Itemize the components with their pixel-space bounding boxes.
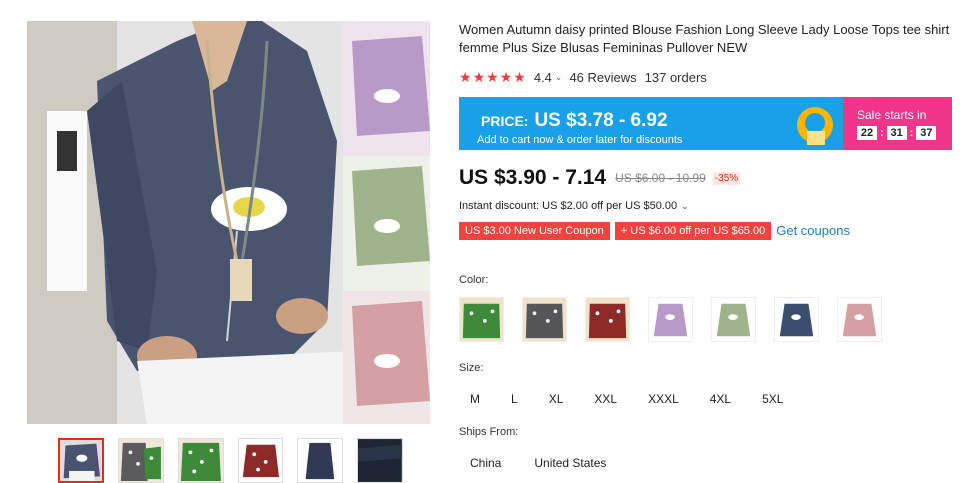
sale-price: US $3.90 - 7.14 [459, 166, 607, 189]
thumb-navy-back[interactable] [297, 438, 344, 483]
ships-from-label: Ships From: [459, 426, 519, 438]
price-label: PRICE: [481, 113, 529, 129]
rating-stars: ★ ★ ★ ★ ★ [459, 70, 526, 84]
banner-price: US $3.78 - 6.92 [534, 110, 668, 131]
ships-from-united-states[interactable]: United States [523, 449, 617, 477]
thumbnail-strip [58, 438, 403, 483]
countdown-timer: 22 : 31 : 37 [857, 126, 952, 140]
new-user-coupon[interactable]: US $3.00 New User Coupon [459, 221, 610, 240]
star-icon: ★ [486, 69, 499, 85]
get-coupons-link[interactable]: Get coupons [776, 223, 850, 238]
coupon-row: US $3.00 New User Coupon + US $6.00 off … [459, 221, 964, 240]
size-label: Size: [459, 362, 484, 374]
main-photo-illustration [27, 21, 430, 424]
coin-icon [797, 107, 833, 145]
ships-from-options: China United States [459, 449, 628, 477]
price-banner: PRICE: US $3.78 - 6.92 Add to cart now &… [459, 97, 952, 150]
thumb-green-print[interactable] [177, 438, 224, 483]
color-swatch-green-print[interactable] [459, 297, 504, 342]
price-row: US $3.90 - 7.14 US $6.00 - 10.99 -35% [459, 165, 964, 191]
rating-value[interactable]: 4.4 [534, 70, 552, 85]
thumb-gray-print[interactable] [117, 438, 164, 483]
star-icon: ★ [472, 69, 486, 85]
timer-seconds: 37 [916, 126, 937, 140]
timer-separator: : [880, 127, 884, 139]
sale-label: Sale starts in [857, 108, 927, 122]
chevron-down-icon[interactable]: ⌄ [555, 72, 563, 83]
sale-countdown: Sale starts in 22 : 31 : 37 [843, 97, 952, 150]
size-option-xxxl[interactable]: XXXL [637, 385, 690, 413]
star-half-icon: ★ [513, 69, 526, 85]
ships-from-china[interactable]: China [459, 449, 512, 477]
thumb-red-print[interactable] [237, 438, 284, 483]
original-price: US $6.00 - 10.99 [615, 171, 706, 185]
product-title: Women Autumn daisy printed Blouse Fashio… [459, 22, 950, 55]
color-swatch-purple[interactable] [648, 297, 693, 342]
reviews-link[interactable]: 46 Reviews [569, 70, 636, 85]
size-option-m[interactable]: M [459, 385, 491, 413]
color-swatch-gray-print[interactable] [522, 297, 567, 342]
timer-minutes: 31 [886, 126, 907, 140]
rating-row: ★ ★ ★ ★ ★ 4.4 ⌄ 46 Reviews 137 orders [459, 69, 964, 85]
banner-subtext: Add to cart now & order later for discou… [477, 134, 683, 146]
star-icon: ★ [459, 69, 472, 85]
size-option-xl[interactable]: XL [538, 385, 575, 413]
product-info: Women Autumn daisy printed Blouse Fashio… [459, 21, 964, 470]
chevron-down-icon: ⌄ [681, 200, 689, 211]
color-swatch-navy[interactable] [774, 297, 819, 342]
instant-discount[interactable]: Instant discount: US $2.00 off per US $5… [459, 199, 964, 213]
store-coupon[interactable]: + US $6.00 off per US $65.00 [614, 221, 772, 240]
timer-hours: 22 [857, 126, 877, 140]
discount-badge: -35% [712, 171, 741, 185]
thumb-navy[interactable] [58, 438, 104, 483]
size-option-xxl[interactable]: XXL [583, 385, 628, 413]
color-swatch-red-print[interactable] [585, 297, 630, 342]
timer-separator: : [909, 127, 914, 139]
color-swatch-green[interactable] [711, 297, 756, 342]
color-swatch-pink[interactable] [837, 297, 882, 342]
color-label: Color: [459, 274, 489, 286]
instant-discount-text: Instant discount: US $2.00 off per US $5… [459, 200, 678, 212]
orders-count: 137 orders [644, 69, 707, 85]
size-option-l[interactable]: L [500, 385, 529, 413]
price-banner-left: PRICE: US $3.78 - 6.92 Add to cart now &… [459, 97, 843, 150]
star-icon: ★ [499, 69, 513, 85]
main-product-image[interactable] [27, 21, 430, 424]
size-options: M L XL XXL XXXL 4XL 5XL [459, 385, 803, 413]
size-option-4xl[interactable]: 4XL [699, 385, 742, 413]
color-options [459, 297, 900, 342]
thumb-dark-detail[interactable] [357, 438, 403, 483]
size-option-5xl[interactable]: 5XL [751, 385, 794, 413]
